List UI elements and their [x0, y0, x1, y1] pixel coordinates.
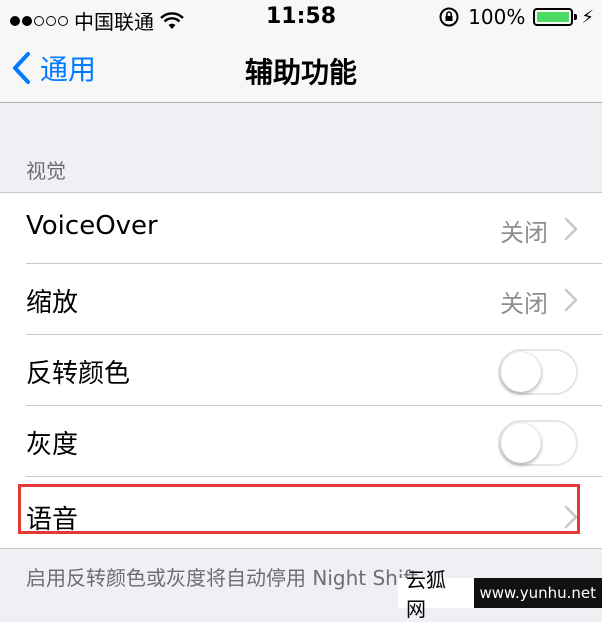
- row-label: 缩放: [26, 288, 79, 318]
- row-label: 灰度: [26, 430, 79, 460]
- status-bar: 中国联通 11:58 100% ⚡: [0, 0, 602, 36]
- row-invert-colors: 反转颜色: [0, 335, 602, 406]
- section-header-vision: 视觉: [26, 159, 66, 183]
- row-label: 反转颜色: [26, 359, 131, 389]
- rotation-lock-icon: [439, 7, 459, 27]
- row-voiceover[interactable]: VoiceOver 关闭: [0, 193, 602, 264]
- row-value: 关闭: [500, 290, 548, 318]
- row-value: 关闭: [500, 219, 548, 247]
- chevron-right-icon: [564, 288, 578, 312]
- section-footer-note: 启用反转颜色或灰度将自动停用 Night Shift: [26, 566, 418, 590]
- grayscale-toggle[interactable]: [498, 420, 578, 466]
- charging-icon: ⚡: [581, 6, 594, 28]
- row-label: VoiceOver: [26, 211, 158, 241]
- navigation-bar: 通用 辅助功能: [0, 36, 602, 103]
- page-title: 辅助功能: [244, 56, 357, 89]
- highlight-annotation-box: [18, 484, 580, 534]
- watermark-url: www.yunhu.net: [473, 578, 602, 608]
- chevron-right-icon: [564, 217, 578, 241]
- battery-icon: [533, 8, 578, 26]
- battery-percent: 100%: [468, 5, 526, 29]
- watermark-text: 云狐网: [406, 568, 446, 621]
- watermark: 云狐网 www.yunhu.net: [398, 568, 602, 621]
- invert-colors-toggle[interactable]: [498, 349, 578, 395]
- row-grayscale: 灰度: [0, 406, 602, 477]
- status-right: 100% ⚡: [438, 5, 594, 29]
- row-zoom[interactable]: 缩放 关闭: [0, 264, 602, 335]
